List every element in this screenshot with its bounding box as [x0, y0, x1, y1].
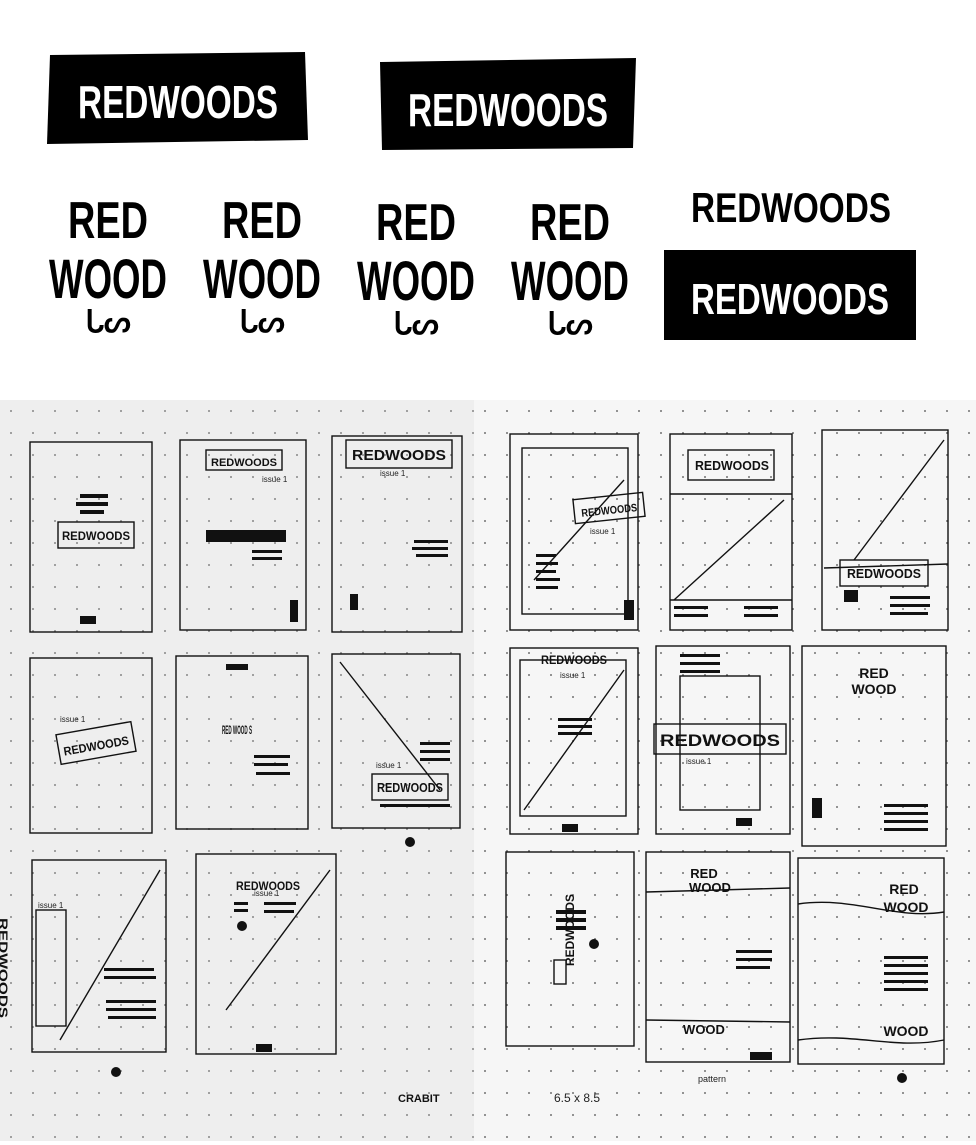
right-issue-label-1: issue 1 — [590, 527, 616, 536]
right-wordmark-1: REDWOODS — [695, 458, 769, 473]
right-wordmark-4: REDWOODS — [541, 653, 607, 667]
right-issue-label-2: issue 1 — [560, 671, 586, 680]
right-wordmark-6: REDWOODS — [563, 894, 577, 966]
stacked-logo-3-line1: RED — [376, 194, 456, 252]
thumb-l6 — [331, 653, 461, 829]
stacked-logo-1-glyph: ᒐᔕ — [85, 306, 131, 339]
issue-label-2: issue 1 — [380, 469, 406, 478]
right-stack-line2c: WOOD — [883, 1023, 928, 1039]
thumb-l5 — [175, 655, 309, 830]
sketchbook-page-left: REDWOODS REDWOODS REDWOODS REDWOODS REDW… — [0, 400, 474, 1141]
stacked-logo-4-line2: WOOD — [511, 249, 629, 312]
stacked-logo-4-glyph: ᒐᔕ — [547, 308, 593, 341]
logo-studies-canvas: REDWOODS REDWOODS RED WOOD ᒐᔕ RED WOOD ᒐ… — [47, 52, 916, 341]
stacked-logo-2-line1: RED — [222, 192, 302, 250]
boxed-wordmark-1-text: REDWOODS — [78, 76, 278, 128]
stacked-logo-3-glyph: ᒐᔕ — [393, 308, 439, 341]
right-stack-line1: RED — [859, 665, 889, 681]
right-page-drawing: REDWOODS REDWOODS REDWOODS REDWOODS REDW… — [505, 429, 949, 1105]
brand-mark: CRABIT — [398, 1093, 440, 1105]
boxed-wordmark-1: REDWOODS — [47, 52, 308, 144]
issue-label-1: issue 1 — [262, 475, 288, 484]
sketch-wordmark-5: REDWOODS — [377, 780, 443, 795]
pattern-note: pattern — [698, 1074, 726, 1084]
stacked-logo-1-line2: WOOD — [49, 247, 167, 310]
issue-label-5: issue 1 — [38, 901, 64, 910]
stacked-logo-2-glyph: ᒐᔕ — [239, 306, 285, 339]
sketch-wordmark-1: REDWOODS — [62, 529, 130, 543]
pattern-stack-line1: RED — [690, 866, 717, 881]
issue-label-6: issue 1 — [254, 889, 280, 898]
stacked-logo-3-line2: WOOD — [357, 249, 475, 312]
stacked-logo-2-line2: WOOD — [203, 247, 321, 310]
stacked-logo-4-line1: RED — [530, 194, 610, 252]
left-page-drawing: REDWOODS REDWOODS REDWOODS REDWOODS REDW… — [0, 435, 463, 1105]
pattern-stack-line2: WOOD — [689, 880, 731, 895]
size-note: 6.5 x 8.5 — [554, 1091, 600, 1105]
sketch-wordmark-3: REDWOODS — [352, 447, 446, 464]
pattern-stack-line2b: WOOD — [683, 1022, 725, 1037]
issue-label-4: issue 1 — [376, 761, 402, 770]
stacked-logo-1-line1: RED — [68, 192, 148, 250]
stacked-logo-1: RED WOOD ᒐᔕ — [49, 192, 167, 339]
thumb-r1 — [509, 433, 639, 631]
boxed-wordmark-2: REDWOODS — [380, 58, 636, 150]
sketch-wordmark-2: REDWOODS — [211, 457, 277, 469]
right-stack-line1b: RED — [889, 881, 919, 897]
solid-box-wordmark: REDWOODS — [664, 250, 916, 340]
right-stack-line2: WOOD — [851, 681, 896, 697]
sketch-vertical-word: RED WOOD S — [222, 723, 252, 737]
solid-box-wordmark-text: REDWOODS — [691, 275, 889, 324]
right-wordmark-3: REDWOODS — [581, 502, 638, 520]
stacked-logo-4: RED WOOD ᒐᔕ — [511, 194, 629, 341]
sketch-wordmark-4: REDWOODS — [62, 733, 129, 758]
right-issue-label-3: issue 1 — [686, 757, 712, 766]
sketchbook-page-right: REDWOODS REDWOODS REDWOODS REDWOODS REDW… — [474, 400, 976, 1141]
sketch-wordmark-7: REDWOODS — [0, 918, 10, 1018]
plain-wordmark: REDWOODS — [691, 184, 891, 231]
stacked-logo-2: RED WOOD ᒐᔕ — [203, 192, 321, 339]
right-wordmark-5: REDWOODS — [660, 731, 780, 750]
stacked-logo-3: RED WOOD ᒐᔕ — [357, 194, 475, 341]
thumb-l7 — [31, 859, 167, 1053]
right-stack-line2b: WOOD — [883, 899, 928, 915]
issue-label-3: issue 1 — [60, 715, 86, 724]
right-wordmark-2: REDWOODS — [847, 566, 921, 581]
logo-studies: REDWOODS REDWOODS RED WOOD ᒐᔕ RED WOOD ᒐ… — [0, 0, 976, 400]
boxed-wordmark-2-text: REDWOODS — [408, 84, 608, 136]
